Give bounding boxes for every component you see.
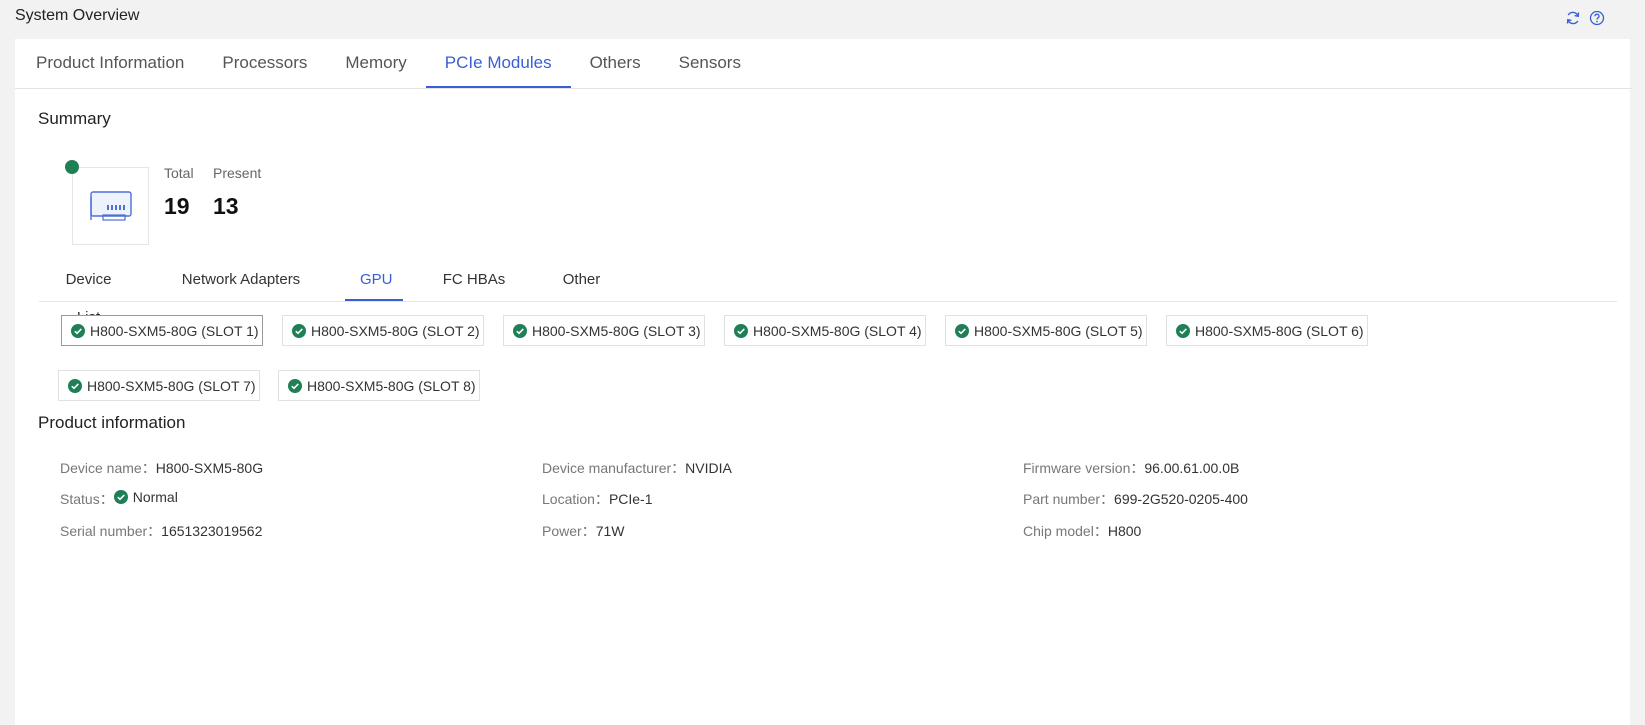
check-circle-icon [955, 323, 969, 338]
summary-card [72, 167, 149, 245]
gpu-chip-label: H800-SXM5-80G (SLOT 6) [1195, 322, 1364, 339]
gpu-chip-slot-7[interactable]: H800-SXM5-80G (SLOT 7) [58, 370, 260, 401]
info-location: Location：PCIe-1 [542, 489, 653, 509]
info-label: Device manufacturer： [542, 460, 686, 476]
info-status: Status： Normal [60, 489, 178, 509]
check-circle-icon [71, 323, 85, 338]
info-label: Chip model： [1023, 523, 1108, 539]
gpu-chip-slot-8[interactable]: H800-SXM5-80G (SLOT 8) [278, 370, 480, 401]
info-value: Normal [132, 489, 178, 505]
top-actions [1565, 10, 1605, 26]
present-value: 13 [213, 193, 239, 219]
gpu-chip-label: H800-SXM5-80G (SLOT 1) [90, 322, 259, 339]
tab-processors[interactable]: Processors [203, 39, 326, 88]
present-stat: Present 13 [213, 165, 261, 220]
check-circle-icon [513, 323, 527, 338]
info-label: Device name： [60, 460, 156, 476]
subtab-device-list[interactable]: Device List [39, 261, 138, 326]
main-tabs: Product Information Processors Memory PC… [15, 39, 1632, 89]
refresh-icon[interactable] [1565, 10, 1581, 26]
tab-others[interactable]: Others [571, 39, 660, 88]
total-stat: Total 19 [164, 165, 194, 220]
gpu-chip-slot-4[interactable]: H800-SXM5-80G (SLOT 4) [724, 315, 926, 346]
info-value: 96.00.61.00.0B [1144, 460, 1240, 476]
summary-title: Summary [38, 109, 111, 128]
info-device-manufacturer: Device manufacturer：NVIDIA [542, 458, 732, 478]
check-circle-icon [68, 378, 82, 393]
summary-status-dot [65, 160, 79, 174]
gpu-chip-slot-5[interactable]: H800-SXM5-80G (SLOT 5) [945, 315, 1147, 346]
total-label: Total [164, 165, 194, 181]
tab-memory[interactable]: Memory [326, 39, 425, 88]
tab-pcie-modules[interactable]: PCIe Modules [425, 39, 571, 88]
total-value: 19 [164, 193, 190, 219]
info-label: Power： [542, 523, 596, 539]
gpu-chip-label: H800-SXM5-80G (SLOT 2) [311, 322, 480, 339]
content-panel: Product Information Processors Memory PC… [15, 39, 1632, 725]
gpu-chip-slot-3[interactable]: H800-SXM5-80G (SLOT 3) [503, 315, 705, 346]
gpu-chip-label: H800-SXM5-80G (SLOT 8) [307, 377, 476, 394]
gpu-chip-label: H800-SXM5-80G (SLOT 3) [532, 322, 701, 339]
help-icon[interactable] [1589, 10, 1605, 26]
info-chip-model: Chip model：H800 [1023, 521, 1141, 541]
check-circle-icon [288, 378, 302, 393]
device-type-tabs: Device List Network Adapters GPU FC HBAs… [39, 261, 1617, 326]
info-label: Location： [542, 491, 609, 507]
gpu-chip-label: H800-SXM5-80G (SLOT 5) [974, 322, 1143, 339]
info-value: 71W [595, 523, 625, 539]
gpu-chip-label: H800-SXM5-80G (SLOT 4) [753, 322, 922, 339]
subtab-network-adapters[interactable]: Network Adapters [138, 261, 344, 301]
check-circle-icon [734, 323, 748, 338]
info-value: 1651323019562 [161, 523, 263, 539]
info-firmware-version: Firmware version：96.00.61.00.0B [1023, 458, 1239, 478]
subtab-fc-hbas[interactable]: FC HBAs [403, 261, 545, 301]
info-label: Serial number： [60, 523, 162, 539]
info-part-number: Part number：699-2G520-0205-400 [1023, 489, 1248, 509]
gpu-chip-slot-6[interactable]: H800-SXM5-80G (SLOT 6) [1166, 315, 1368, 346]
tab-product-information[interactable]: Product Information [17, 39, 203, 88]
check-circle-icon [292, 323, 306, 338]
check-circle-icon [1176, 323, 1190, 338]
subtab-other[interactable]: Other [545, 261, 618, 301]
product-info-title: Product information [38, 413, 186, 432]
gpu-chip-slot-1[interactable]: H800-SXM5-80G (SLOT 1) [61, 315, 263, 346]
check-circle-icon [113, 490, 128, 504]
tab-sensors[interactable]: Sensors [660, 39, 760, 88]
gpu-chip-label: H800-SXM5-80G (SLOT 7) [87, 377, 256, 394]
info-value: NVIDIA [685, 460, 732, 476]
info-label: Firmware version： [1023, 460, 1145, 476]
present-label: Present [213, 165, 262, 181]
info-label: Status： [60, 491, 114, 507]
info-value: H800-SXM5-80G [155, 460, 264, 476]
top-bar: System Overview [0, 0, 1645, 38]
info-power: Power：71W [542, 521, 624, 541]
page-title: System Overview [15, 7, 140, 24]
info-device-name: Device name：H800-SXM5-80G [60, 458, 263, 478]
gpu-chip-slot-2[interactable]: H800-SXM5-80G (SLOT 2) [282, 315, 484, 346]
info-serial-number: Serial number：1651323019562 [60, 521, 262, 541]
subtab-gpu[interactable]: GPU [345, 261, 403, 301]
info-value: H800 [1107, 523, 1142, 539]
pcie-card-icon [90, 191, 132, 221]
info-value: PCIe-1 [608, 491, 653, 507]
info-label: Part number： [1023, 491, 1115, 507]
info-value: 699-2G520-0205-400 [1114, 491, 1248, 507]
